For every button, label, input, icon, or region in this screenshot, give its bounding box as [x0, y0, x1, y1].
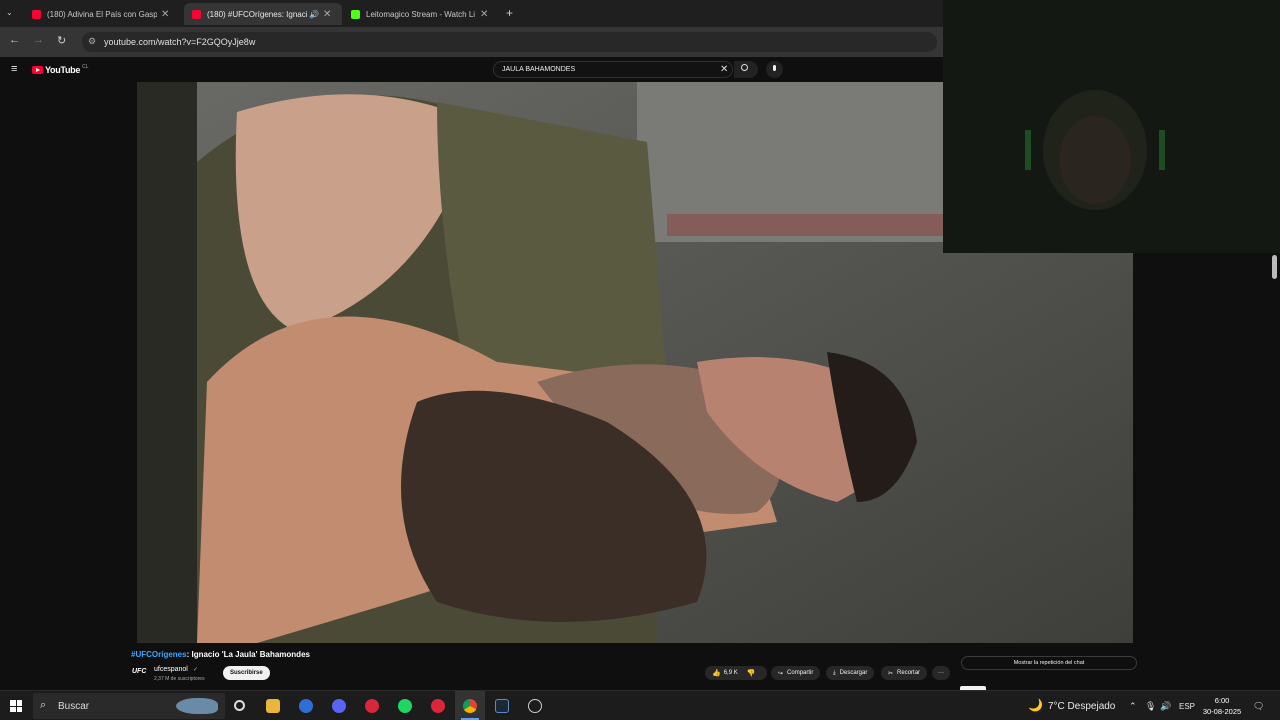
site-info-icon[interactable]: ⚙ — [88, 36, 96, 47]
clear-search-icon[interactable]: ✕ — [720, 64, 728, 75]
chevron-up-icon[interactable]: ⌃ — [1129, 701, 1137, 712]
start-button[interactable] — [10, 700, 22, 712]
clip-button[interactable]: ✂ Recortar — [881, 666, 928, 680]
notifications-icon[interactable]: 🗨 — [1253, 701, 1264, 712]
thumbs-up-icon[interactable]: 👍 — [712, 669, 721, 677]
search-icon — [741, 64, 748, 71]
channel-avatar[interactable]: UFC — [132, 668, 146, 675]
red-app-2-icon[interactable] — [431, 699, 445, 713]
discord-icon[interactable] — [332, 699, 346, 713]
hashtag-link[interactable]: #UFCOrígenes — [131, 650, 187, 659]
obs-icon[interactable] — [528, 699, 542, 713]
kick-favicon-icon — [351, 9, 360, 19]
youtube-header: ≡ YouTube CL JAULA BAHAMONDES ✕ — [0, 57, 943, 82]
cortana-icon[interactable] — [234, 700, 245, 711]
microphone-icon — [773, 65, 776, 71]
voice-search-button[interactable] — [766, 61, 783, 78]
new-tab-button[interactable]: + — [506, 6, 513, 20]
thumbs-down-icon[interactable]: 👎 — [747, 669, 756, 677]
like-dislike-group: 👍 6,9 K 👎 — [705, 666, 767, 680]
file-explorer-icon[interactable] — [266, 699, 280, 713]
download-button[interactable]: ⤓ Descargar — [826, 666, 875, 680]
tab-ufc-origenes[interactable]: (180) #UFCOrígenes: Ignacio 🔊 ✕ — [184, 3, 342, 25]
show-chat-replay-button[interactable]: Mostrar la repetición del chat — [961, 656, 1137, 670]
search-highlight-shark-icon — [176, 698, 218, 714]
chrome-icon — [463, 699, 477, 713]
back-arrow-icon[interactable]: ← — [9, 34, 20, 46]
subscribe-button[interactable]: Suscribirse — [223, 666, 270, 680]
menu-hamburger-icon[interactable]: ≡ — [11, 63, 17, 75]
edge-icon[interactable] — [299, 699, 313, 713]
like-count[interactable]: 6,9 K — [724, 670, 738, 676]
scissors-icon: ✂ — [888, 670, 894, 677]
share-button[interactable]: ↪ Compartir — [771, 666, 821, 680]
url-input[interactable]: ⚙ youtube.com/watch?v=F2GQOyJje8w — [82, 32, 937, 52]
search-icon: ⌕ — [40, 699, 47, 711]
tab-search-chevron-icon[interactable]: ⌄ — [6, 8, 13, 17]
chrome-taskbar-button[interactable] — [455, 691, 485, 720]
video-info-area: #UFCOrígenes: Ignacio 'La Jaula' Bahamon… — [0, 643, 1280, 690]
search-button[interactable] — [734, 61, 758, 78]
youtube-favicon-icon — [192, 9, 201, 19]
address-bar-row: ← → ↻ ⚙ youtube.com/watch?v=F2GQOyJje8w — [0, 27, 943, 57]
reload-icon[interactable]: ↻ — [57, 34, 66, 47]
tab-adivina[interactable]: (180) Adivina El País con Gaspi ✕ — [24, 3, 182, 25]
steam-icon[interactable] — [495, 699, 509, 713]
webcam-overlay — [943, 0, 1280, 253]
language-indicator[interactable]: ESP — [1179, 702, 1195, 711]
weather-moon-icon[interactable]: 🌙 — [1028, 698, 1043, 712]
browser-tab-bar: ⌄ (180) Adivina El País con Gaspi ✕ (180… — [0, 0, 943, 27]
audio-playing-icon[interactable]: 🔊 — [309, 10, 319, 19]
taskbar-search-box[interactable]: ⌕ Buscar — [33, 693, 225, 719]
speaker-icon[interactable]: 🔊 — [1160, 701, 1171, 712]
subscriber-count: 2,37 M de suscriptores — [154, 676, 205, 682]
verified-badge-icon: ✓ — [193, 667, 199, 673]
search-input[interactable]: JAULA BAHAMONDES ✕ — [493, 61, 733, 78]
windows-taskbar: ⌕ Buscar 🌙 7°C Despejado ⌃ 🎙 🔊 ESP 6:00 … — [0, 690, 1280, 720]
red-app-icon[interactable] — [365, 699, 379, 713]
forward-arrow-icon[interactable]: → — [33, 34, 44, 46]
youtube-logo[interactable]: YouTube CL — [32, 64, 88, 75]
spotify-icon[interactable] — [398, 699, 412, 713]
webcam-image — [943, 0, 1280, 253]
close-tab-icon[interactable]: ✕ — [480, 9, 488, 20]
close-tab-icon[interactable]: ✕ — [323, 9, 331, 20]
close-tab-icon[interactable]: ✕ — [161, 9, 169, 20]
clock[interactable]: 6:00 30-08-2025 — [1198, 695, 1246, 717]
video-title: #UFCOrígenes: Ignacio 'La Jaula' Bahamon… — [131, 650, 310, 659]
youtube-favicon-icon — [32, 9, 41, 19]
share-icon: ↪ — [778, 670, 784, 677]
page-scrollbar[interactable] — [1272, 255, 1277, 279]
microphone-icon[interactable]: 🎙 — [1145, 701, 1156, 712]
tab-leitomagico[interactable]: Leitomagico Stream - Watch Li ✕ — [343, 3, 501, 25]
channel-name[interactable]: ufcespanol — [154, 666, 188, 673]
weather-text[interactable]: 7°C Despejado — [1048, 701, 1115, 712]
youtube-play-icon — [32, 66, 43, 74]
more-actions-button[interactable]: ··· — [932, 666, 950, 680]
download-icon: ⤓ — [833, 669, 836, 676]
